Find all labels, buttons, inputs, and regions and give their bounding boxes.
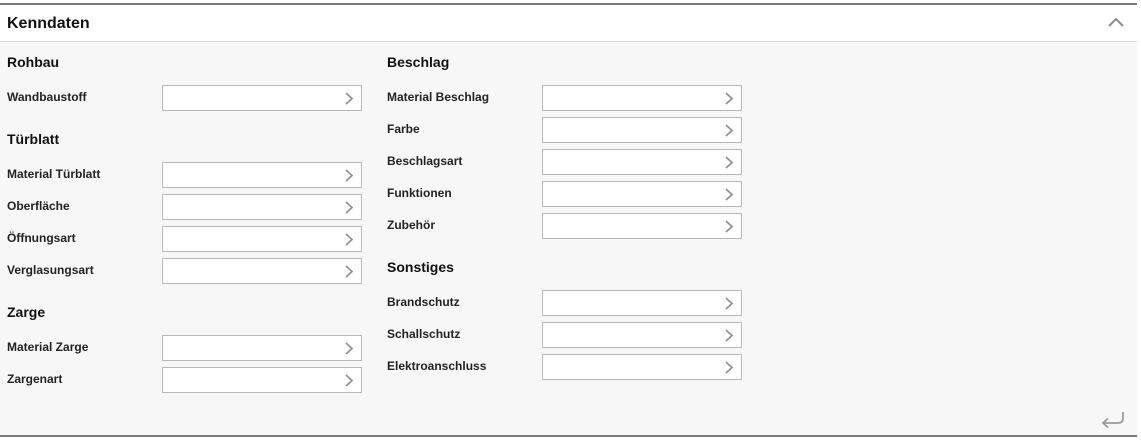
return-button[interactable] xyxy=(1099,409,1125,431)
label-zubehoer: Zubehör xyxy=(387,218,435,232)
select-beschlagsart[interactable] xyxy=(542,149,742,175)
label-elektroanschluss: Elektroanschluss xyxy=(387,359,487,373)
select-zargenart[interactable] xyxy=(162,367,362,393)
chevron-right-icon xyxy=(725,188,734,201)
chevron-right-icon xyxy=(345,342,354,355)
chevron-right-icon xyxy=(725,156,734,169)
label-zargenart: Zargenart xyxy=(7,372,63,386)
label-schallschutz: Schallschutz xyxy=(387,327,461,341)
section-title-sonstiges: Sonstiges xyxy=(387,259,454,275)
label-verglasungsart: Verglasungsart xyxy=(7,263,94,277)
select-verglasungsart[interactable] xyxy=(162,258,362,284)
select-material-zarge[interactable] xyxy=(162,335,362,361)
select-oberflaeche[interactable] xyxy=(162,194,362,220)
select-material-beschlag[interactable] xyxy=(542,85,742,111)
chevron-right-icon xyxy=(725,124,734,137)
return-arrow-icon xyxy=(1101,412,1124,429)
label-brandschutz: Brandschutz xyxy=(387,295,460,309)
label-funktionen: Funktionen xyxy=(387,186,452,200)
chevron-right-icon xyxy=(725,220,734,233)
section-title-tuerblatt: Türblatt xyxy=(7,131,60,147)
chevron-right-icon xyxy=(345,374,354,387)
kenndaten-panel: Kenndaten Rohbau Wandbaustoff Türblatt M… xyxy=(0,3,1137,437)
chevron-right-icon xyxy=(345,233,354,246)
chevron-right-icon xyxy=(725,92,734,105)
select-oeffnungsart[interactable] xyxy=(162,226,362,252)
select-farbe[interactable] xyxy=(542,117,742,143)
label-material-beschlag: Material Beschlag xyxy=(387,90,490,104)
chevron-right-icon xyxy=(725,329,734,342)
chevron-up-icon xyxy=(1108,17,1124,27)
label-beschlagsart: Beschlagsart xyxy=(387,154,463,168)
select-elektroanschluss[interactable] xyxy=(542,354,742,380)
label-farbe: Farbe xyxy=(387,122,420,136)
panel-title: Kenndaten xyxy=(7,15,90,32)
select-funktionen[interactable] xyxy=(542,181,742,207)
label-wandbaustoff: Wandbaustoff xyxy=(7,90,87,104)
label-oberflaeche: Oberfläche xyxy=(7,199,70,213)
section-title-beschlag: Beschlag xyxy=(387,54,450,70)
chevron-right-icon xyxy=(345,265,354,278)
select-wandbaustoff[interactable] xyxy=(162,85,362,111)
chevron-right-icon xyxy=(725,361,734,374)
label-oeffnungsart: Öffnungsart xyxy=(7,231,76,245)
section-title-zarge: Zarge xyxy=(7,304,46,320)
chevron-right-icon xyxy=(345,92,354,105)
section-title-rohbau: Rohbau xyxy=(7,54,60,70)
label-material-tuerblatt: Material Türblatt xyxy=(7,167,101,181)
select-material-tuerblatt[interactable] xyxy=(162,162,362,188)
collapse-button[interactable] xyxy=(1107,15,1125,29)
chevron-right-icon xyxy=(345,169,354,182)
chevron-right-icon xyxy=(345,201,354,214)
select-brandschutz[interactable] xyxy=(542,290,742,316)
label-material-zarge: Material Zarge xyxy=(7,340,89,354)
chevron-right-icon xyxy=(725,297,734,310)
select-zubehoer[interactable] xyxy=(542,213,742,239)
select-schallschutz[interactable] xyxy=(542,322,742,348)
panel-header: Kenndaten xyxy=(0,5,1137,42)
